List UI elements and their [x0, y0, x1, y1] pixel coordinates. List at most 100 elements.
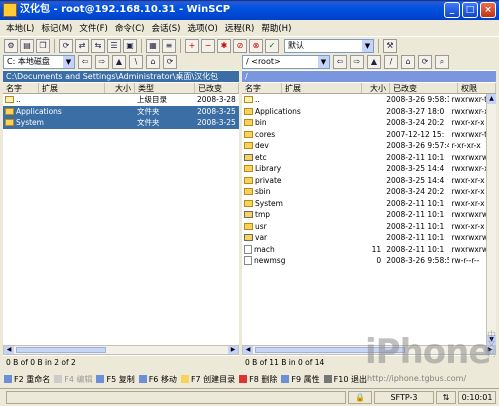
remote-vertical-scrollbar[interactable]: ▲ ▼ [486, 94, 496, 345]
scroll-left-icon[interactable]: ◀ [243, 346, 253, 354]
copy-icon[interactable]: ❐ [36, 38, 50, 53]
rename-icon [4, 374, 12, 383]
rename-button[interactable]: F2 重命名 [4, 374, 50, 385]
table-row[interactable]: System 文件夹 2008-3-25 [3, 117, 239, 129]
local-horizontal-scrollbar[interactable]: ◀ ▶ [3, 345, 239, 355]
table-row[interactable]: .. 上级目录 2008-3-28 [3, 94, 239, 106]
back-icon[interactable]: ⇦ [333, 55, 347, 69]
root-dir-icon[interactable]: \ [129, 55, 143, 69]
sync-icon[interactable]: ⇄ [75, 38, 89, 53]
parent-dir-icon[interactable]: ▲ [112, 55, 126, 69]
minus-icon[interactable]: − [201, 38, 215, 53]
status-bar: 🔒 SFTP-3 ⇅ 0:10:01 [0, 388, 499, 406]
app-icon[interactable] [3, 3, 17, 17]
table-row[interactable]: newmsg 0 2008-3-26 9:58:5 rw-r--r-- [242, 255, 486, 267]
close-button[interactable]: × [480, 2, 496, 18]
terminal-icon[interactable]: ▤ [20, 38, 34, 53]
root-dir-icon[interactable]: / [384, 55, 398, 69]
table-row[interactable]: dev 2008-3-26 9:57:4 r-xr-xr-x [242, 140, 486, 152]
table-row[interactable]: Library 2008-3-25 14:4 rwxrwxr-x [242, 163, 486, 175]
copy-button[interactable]: F5 复制 [96, 374, 135, 385]
scrollbar-thumb[interactable] [255, 347, 405, 353]
table-row[interactable]: var 2008-2-11 10:1 rwxrwxrwx [242, 232, 486, 244]
title-bar[interactable]: 汉化包 - root@192.168.10.31 - WinSCP _ □ × [0, 0, 499, 20]
column-name[interactable]: 名字 [242, 83, 282, 93]
home-icon[interactable]: ⌂ [146, 55, 160, 69]
status-message [6, 391, 346, 404]
column-ext[interactable]: 扩展 [39, 83, 105, 93]
preferences-icon[interactable]: ▦ [146, 38, 160, 53]
refresh-icon[interactable]: ⟳ [59, 38, 73, 53]
column-rights[interactable]: 权限 [458, 83, 496, 93]
column-changed[interactable]: 已改变 [390, 83, 458, 93]
check-icon[interactable]: ✓ [265, 38, 279, 53]
table-row[interactable]: tmp 2008-2-11 10:1 rwxrwxrwx [242, 209, 486, 221]
table-row[interactable]: etc 2008-2-11 10:1 rwxrwxrwx [242, 152, 486, 164]
edit-button[interactable]: F4 编辑 [54, 374, 92, 385]
create-directory-button[interactable]: F7 创建目录 [180, 374, 235, 385]
cell-rights: rwxrwxrwx [451, 152, 486, 162]
folder-icon [244, 165, 253, 172]
menu-options[interactable]: 选项(O) [187, 22, 217, 34]
menu-commands[interactable]: 命令(C) [115, 22, 145, 34]
column-ext[interactable]: 扩展 [282, 83, 362, 93]
queue-icon[interactable]: ☰ [107, 38, 121, 53]
toolbar-separator [141, 38, 142, 53]
menu-remote[interactable]: 远程(R) [225, 22, 255, 34]
quit-button[interactable]: F10 退出 [323, 374, 367, 385]
scroll-left-icon[interactable]: ◀ [4, 346, 14, 354]
table-row[interactable]: cores 2007-12-12 15: rwxrwxr-t [242, 129, 486, 141]
refresh-icon[interactable]: ⟳ [163, 55, 177, 69]
local-drive-select[interactable]: C: 本地磁盘 ▼ [3, 55, 75, 69]
find-icon[interactable]: ⌕ [435, 55, 449, 69]
table-row[interactable]: Applications 2008-3-27 18:0 rwxrwxr-x [242, 106, 486, 118]
menu-help[interactable]: 帮助(H) [261, 22, 291, 34]
properties-button[interactable]: F9 属性 [281, 374, 320, 385]
session-icon[interactable]: ▣ [123, 38, 137, 53]
maximize-button[interactable]: □ [462, 2, 478, 18]
remote-horizontal-scrollbar[interactable]: ◀ ▶ [242, 345, 496, 355]
column-size[interactable]: 大小 [105, 83, 135, 93]
deselect-icon[interactable]: ⊗ [249, 38, 263, 53]
transfer-settings-select[interactable]: 默认 ▼ [284, 38, 374, 53]
list-icon[interactable]: ≡ [162, 38, 176, 53]
menu-mark[interactable]: 标记(M) [41, 22, 72, 34]
compare-icon[interactable]: ⇆ [91, 38, 105, 53]
table-row[interactable]: sbin 2008-3-24 20:2 rwxr-xr-x [242, 186, 486, 198]
table-row[interactable]: System 2008-2-11 10:1 rwxr-xr-x [242, 198, 486, 210]
scroll-up-icon[interactable]: ▲ [487, 94, 496, 104]
column-changed[interactable]: 已改变 [195, 83, 239, 93]
column-name[interactable]: 名字 [3, 83, 39, 93]
minimize-button[interactable]: _ [444, 2, 460, 18]
invert-icon[interactable]: ⊘ [233, 38, 247, 53]
gear-icon[interactable]: ⚙ [4, 38, 18, 53]
forward-icon[interactable]: ⇨ [350, 55, 364, 69]
plus-icon[interactable]: + [185, 38, 199, 53]
table-row[interactable]: Applications 文件夹 2008-3-25 [3, 105, 239, 117]
table-row[interactable]: .. 2008-3-26 9:58:1 rwxrwxr-t [242, 94, 486, 106]
table-row[interactable]: usr 2008-2-11 10:1 rwxr-xr-x [242, 221, 486, 233]
scrollbar-thumb[interactable] [16, 347, 106, 353]
settings-icon[interactable]: ⚒ [383, 38, 397, 53]
menu-session[interactable]: 会话(S) [151, 22, 180, 34]
delete-button[interactable]: F8 删除 [239, 374, 277, 385]
remote-dir-select[interactable]: / <root> ▼ [242, 55, 330, 69]
table-row[interactable]: bin 2008-3-24 20:2 rwxr-xr-x [242, 117, 486, 129]
menu-files[interactable]: 文件(F) [79, 22, 108, 34]
move-button[interactable]: F6 移动 [138, 374, 177, 385]
forward-icon[interactable]: ⇨ [95, 55, 109, 69]
refresh-icon[interactable]: ⟳ [418, 55, 432, 69]
scroll-right-icon[interactable]: ▶ [228, 346, 238, 354]
parent-dir-icon[interactable]: ▲ [367, 55, 381, 69]
scroll-right-icon[interactable]: ▶ [485, 346, 495, 354]
home-icon[interactable]: ⌂ [401, 55, 415, 69]
column-size[interactable]: 大小 [362, 83, 390, 93]
table-row[interactable]: private 2008-3-25 14:4 rwxr-xr-x [242, 175, 486, 187]
scroll-down-icon[interactable]: ▼ [487, 335, 496, 345]
back-icon[interactable]: ⇦ [78, 55, 92, 69]
chevron-down-icon: ▼ [362, 39, 373, 52]
table-row[interactable]: mach 11 2008-2-11 10:1 rwxrwxrwx [242, 244, 486, 256]
select-all-icon[interactable]: ✱ [217, 38, 231, 53]
menu-local[interactable]: 本地(L) [6, 22, 34, 34]
column-type[interactable]: 类型 [135, 83, 195, 93]
